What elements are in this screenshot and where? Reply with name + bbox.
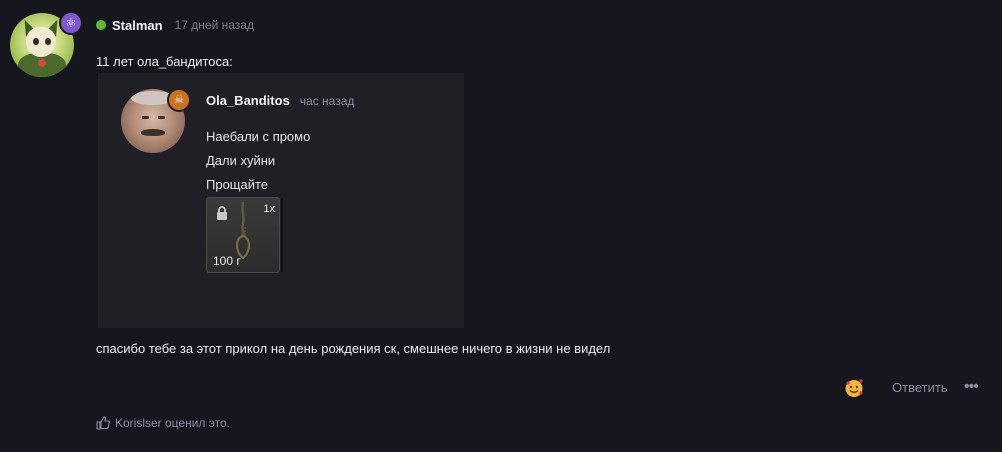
more-options-button[interactable]: ••• (964, 378, 979, 396)
quote-intro: 11 лет ола_бандитоса: (96, 54, 233, 69)
online-status-dot (96, 20, 106, 30)
likes-text: Korislser оценил это. (115, 416, 230, 430)
embed-time: час назад (299, 94, 355, 108)
embedded-post[interactable]: ☠ Ola_Banditos час назад Наебали с промо… (98, 73, 464, 328)
item-card[interactable]: 1x 100 г (206, 197, 283, 273)
embed-text-line: Наебали с промо (206, 129, 311, 144)
likes-summary[interactable]: Korislser оценил это. (96, 416, 230, 430)
embed-text-line: Прощайте (206, 177, 269, 192)
item-divider (281, 198, 283, 272)
comment-post: ⚛ Stalman 17 дней назад 11 лет ола_банди… (0, 0, 1002, 452)
atom-icon: ⚛ (59, 11, 83, 35)
skull-icon: ☠ (167, 88, 191, 112)
thumbs-up-icon (96, 416, 110, 430)
embed-header: Ola_Banditos час назад (206, 93, 354, 108)
post-time: 17 дней назад (174, 18, 254, 32)
item-quantity: 1x (263, 203, 275, 215)
lock-icon (217, 206, 227, 220)
embed-text-line: Дали хуйни (206, 153, 276, 168)
smiling-face-with-hearts-icon[interactable] (844, 378, 864, 398)
reply-button[interactable]: Ответить (892, 380, 948, 395)
author-avatar-wrap[interactable]: ⚛ (10, 11, 83, 79)
author-name[interactable]: Stalman (112, 18, 163, 33)
embed-author-name[interactable]: Ola_Banditos (206, 93, 290, 108)
post-message: спасибо тебе за этот прикол на день рожд… (96, 341, 611, 356)
post-header: Stalman 17 дней назад (96, 16, 254, 34)
item-price: 100 г (213, 254, 241, 268)
